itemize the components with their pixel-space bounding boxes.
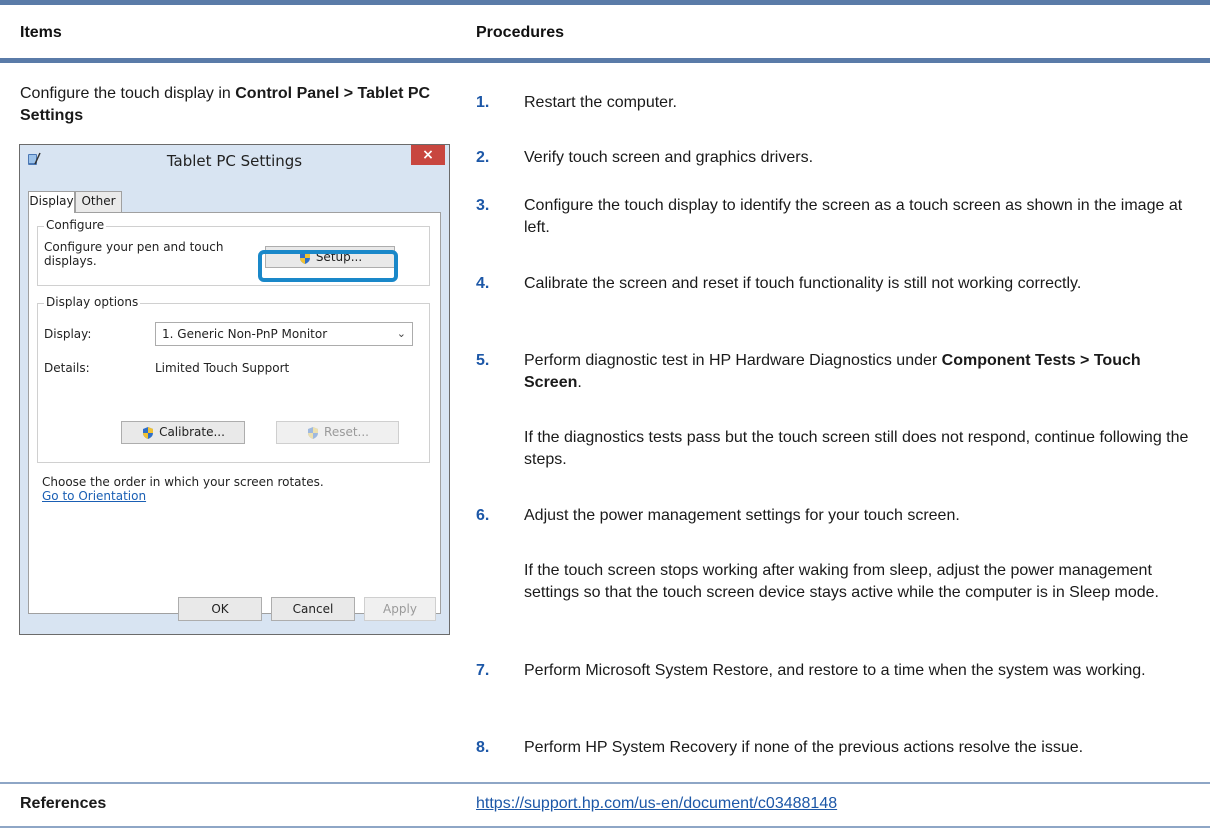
step-text: Restart the computer. xyxy=(524,94,677,111)
calibrate-button[interactable]: Calibrate... xyxy=(121,421,245,444)
references-label: References xyxy=(20,795,107,812)
go-to-orientation-link[interactable]: Go to Orientation xyxy=(42,489,146,503)
reset-button[interactable]: Reset... xyxy=(276,421,399,444)
step-number: 7. xyxy=(476,662,490,679)
display-select[interactable]: 1. Generic Non-PnP Monitor ⌄ xyxy=(155,322,413,346)
chevron-down-icon: ⌄ xyxy=(396,327,406,340)
step-text: Perform Microsoft System Restore, and re… xyxy=(524,662,1146,679)
display-options-group: Display options Display: 1. Generic Non-… xyxy=(37,295,430,463)
cancel-button[interactable]: Cancel xyxy=(271,597,355,621)
display-select-value: 1. Generic Non-PnP Monitor xyxy=(162,327,328,341)
step-number: 2. xyxy=(476,149,490,166)
display-panel: Configure Configure your pen and touch d… xyxy=(28,212,441,614)
setup-highlight xyxy=(258,250,398,282)
tablet-pc-settings-dialog: Tablet PC Settings × Display Other Confi… xyxy=(19,144,450,635)
calibrate-button-label: Calibrate... xyxy=(159,425,225,439)
references-link[interactable]: https://support.hp.com/us-en/document/c0… xyxy=(476,795,837,813)
step-number: 8. xyxy=(476,739,490,756)
items-header: Items xyxy=(20,24,62,41)
step-5-text: Perform diagnostic test in HP Hardware D… xyxy=(524,352,942,369)
step-text: Perform diagnostic test in HP Hardware D… xyxy=(524,350,1196,394)
items-intro-prefix: Configure the touch display in xyxy=(20,85,236,102)
dialog-tabs-area: Display Other Configure Configure your p… xyxy=(28,191,441,629)
step-text: Perform HP System Recovery if none of th… xyxy=(524,739,1084,756)
ok-button[interactable]: OK xyxy=(178,597,262,621)
step-number: 4. xyxy=(476,275,490,292)
close-button[interactable]: × xyxy=(411,145,445,165)
step-number: 3. xyxy=(476,197,490,214)
uac-shield-icon xyxy=(143,426,154,439)
references-rule xyxy=(0,782,1210,784)
step-text: Verify touch screen and graphics drivers… xyxy=(524,149,814,166)
step-text: Configure the touch display to identify … xyxy=(524,197,1183,236)
display-label: Display: xyxy=(44,327,92,341)
dialog-titlebar: Tablet PC Settings × xyxy=(20,145,449,175)
display-options-title: Display options xyxy=(44,295,141,309)
dialog-title: Tablet PC Settings xyxy=(166,152,303,170)
tab-other[interactable]: Other xyxy=(75,191,122,212)
step-6-note: If the touch screen stops working after … xyxy=(524,562,1159,601)
step-number: 5. xyxy=(476,352,490,369)
procedures-header: Procedures xyxy=(476,24,565,41)
step-5-tail: . xyxy=(577,374,582,391)
items-intro: Configure the touch display in Control P… xyxy=(20,83,460,127)
step-text: Adjust the power management settings for… xyxy=(524,507,960,524)
uac-shield-icon xyxy=(308,426,319,439)
top-rule xyxy=(0,0,1210,5)
reset-button-label: Reset... xyxy=(324,425,369,439)
details-label: Details: xyxy=(44,361,90,375)
step-text: Calibrate the screen and reset if touch … xyxy=(524,275,1082,292)
tab-display[interactable]: Display xyxy=(28,191,75,213)
orientation-text: Choose the order in which your screen ro… xyxy=(42,475,324,489)
step-number: 1. xyxy=(476,94,490,111)
configure-text: Configure your pen and touch displays. xyxy=(44,240,224,268)
bottom-rule xyxy=(0,826,1210,828)
configure-group-title: Configure xyxy=(44,218,107,232)
step-number: 6. xyxy=(476,507,490,524)
header-rule xyxy=(0,58,1210,63)
apply-button[interactable]: Apply xyxy=(364,597,436,621)
step-5-note: If the diagnostics tests pass but the to… xyxy=(524,429,1189,468)
details-value: Limited Touch Support xyxy=(155,361,290,375)
